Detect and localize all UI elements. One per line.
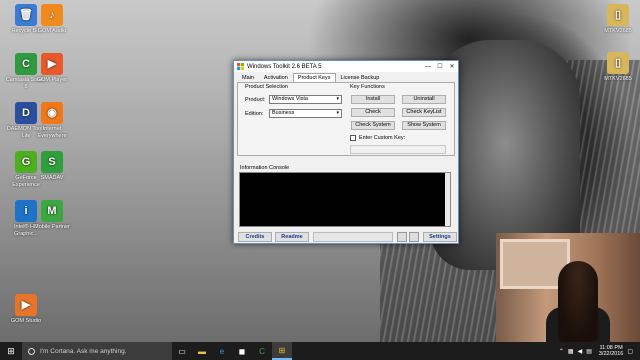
app-icon: ◉ xyxy=(41,102,63,124)
edition-select[interactable]: Business ▾ xyxy=(269,109,342,118)
minimize-button[interactable]: — xyxy=(422,64,434,70)
volume-icon[interactable]: ◀ xyxy=(578,348,583,355)
language-icon[interactable]: ▤ xyxy=(586,348,592,355)
app-icon: ▯ xyxy=(607,4,629,26)
custom-key-checkbox[interactable] xyxy=(350,135,356,141)
tab-product-keys[interactable]: Product Keys xyxy=(292,73,336,82)
information-console[interactable] xyxy=(239,172,451,227)
start-button[interactable]: ⊞ xyxy=(0,342,22,360)
product-selection-title: Product Selection xyxy=(245,84,289,90)
check-keylist-button[interactable]: Check KeyList xyxy=(402,108,446,117)
desktop-icon[interactable]: S SMADAV xyxy=(30,151,74,182)
product-select[interactable]: Windows Vista ▾ xyxy=(269,95,342,104)
desktop-icon[interactable]: M Mobile Partner xyxy=(30,200,74,231)
edition-select-value: Business xyxy=(272,110,295,116)
cortana-search-box[interactable]: I'm Cortana. Ask me anything. xyxy=(22,342,172,360)
notifications-icon[interactable]: ▢ xyxy=(627,348,633,355)
tab-activation[interactable]: Activation xyxy=(259,73,293,82)
credits-button[interactable]: Credits xyxy=(238,232,272,242)
desktop-icon-label: SMADAV xyxy=(40,175,64,181)
edge-icon[interactable]: e xyxy=(212,342,232,360)
windows-logo-icon xyxy=(237,63,244,70)
custom-key-label: Enter Custom Key: xyxy=(359,135,406,141)
chevron-down-icon: ▾ xyxy=(336,110,339,116)
check-system-button[interactable]: Check System xyxy=(351,121,395,130)
desktop-icon[interactable]: ♪ GOM Audio xyxy=(30,4,74,35)
tab-main[interactable]: Main xyxy=(237,73,259,82)
store-icon[interactable]: ◼ xyxy=(232,342,252,360)
show-system-button[interactable]: Show System xyxy=(402,121,446,130)
desktop-icon-label: GOM Player xyxy=(36,77,68,83)
task-view-icon[interactable]: ▭ xyxy=(172,342,192,360)
tab-bar: Main Activation Product Keys License Bac… xyxy=(234,73,458,82)
desktop-icon-label: MTKV2685 xyxy=(604,76,632,82)
information-console-label: Information Console xyxy=(240,165,290,171)
window-title: Windows Toolkit 2.6 BETA 5 xyxy=(247,63,322,70)
check-button[interactable]: Check xyxy=(351,108,395,117)
taskbar: ⊞ I'm Cortana. Ask me anything. ▭ ▬ e ◼ … xyxy=(0,342,640,360)
readme-button[interactable]: Readme xyxy=(275,232,309,242)
tools-icon[interactable] xyxy=(409,232,419,242)
desktop-icon[interactable]: ▯ MTKV2685 xyxy=(596,4,640,35)
tab-license-backup[interactable]: License Backup xyxy=(336,73,385,82)
chevron-up-icon[interactable]: ⌃ xyxy=(559,348,564,355)
desktop-icon-label: GOM Studio xyxy=(10,318,42,324)
key-functions-title: Key Functions xyxy=(350,84,385,90)
system-tray: ⌃ ▦ ◀ ▤ 11:08 PM 3/22/2016 ▢ xyxy=(559,345,640,358)
camtasia-icon[interactable]: C xyxy=(252,342,272,360)
bottom-bar: Credits Readme Settings xyxy=(237,232,457,242)
network-icon[interactable]: ▦ xyxy=(568,348,574,355)
maximize-button[interactable]: ☐ xyxy=(434,63,446,70)
app-icon: ▶ xyxy=(15,294,37,316)
desktop-icon[interactable]: ▶ GOM Studio xyxy=(4,294,48,325)
window-titlebar[interactable]: Windows Toolkit 2.6 BETA 5 — ☐ ✕ xyxy=(234,61,458,72)
app-icon: M xyxy=(41,200,63,222)
product-label: Product: xyxy=(245,97,266,103)
clock-date: 3/22/2016 xyxy=(598,351,624,357)
cortana-placeholder: I'm Cortana. Ask me anything. xyxy=(40,347,127,355)
folder-icon[interactable] xyxy=(397,232,407,242)
toolkit-window: Windows Toolkit 2.6 BETA 5 — ☐ ✕ Main Ac… xyxy=(233,60,459,244)
cortana-icon xyxy=(28,347,35,355)
install-button[interactable]: Install xyxy=(351,95,395,104)
app-icon: ▯ xyxy=(607,52,629,74)
uninstall-button[interactable]: Uninstall xyxy=(402,95,446,104)
toolkit-taskbar-icon[interactable]: ⊞ xyxy=(272,342,292,360)
desktop-icon-label: Mobile Partner xyxy=(34,224,70,230)
desktop-icon[interactable]: ▶ GOM Player xyxy=(30,53,74,84)
progress-bar xyxy=(313,232,393,242)
settings-button[interactable]: Settings xyxy=(423,232,457,242)
file-explorer-icon[interactable]: ▬ xyxy=(192,342,212,360)
desktop-icon-label: GOM Audio xyxy=(37,28,67,34)
console-scrollbar[interactable] xyxy=(445,173,450,226)
custom-key-input[interactable] xyxy=(350,145,446,154)
edition-label: Edition: xyxy=(245,111,264,117)
desktop-icon-label: MTKV2685 xyxy=(604,28,632,34)
product-keys-panel: Product Selection Product: Windows Vista… xyxy=(237,82,455,156)
close-button[interactable]: ✕ xyxy=(446,63,458,70)
clock[interactable]: 11:08 PM 3/22/2016 xyxy=(599,345,623,358)
webcam-overlay xyxy=(496,233,640,342)
desktop-icon[interactable]: ▯ MTKV2685 xyxy=(596,52,640,83)
desktop-icon-label: Internet Everywhere xyxy=(37,126,67,139)
app-icon: S xyxy=(41,151,63,173)
webcam-person xyxy=(558,261,598,342)
app-icon: ▶ xyxy=(41,53,63,75)
app-icon: ♪ xyxy=(41,4,63,26)
desktop-icon[interactable]: ◉ Internet Everywhere xyxy=(30,102,74,139)
chevron-down-icon: ▾ xyxy=(336,96,339,102)
product-select-value: Windows Vista xyxy=(272,96,308,102)
